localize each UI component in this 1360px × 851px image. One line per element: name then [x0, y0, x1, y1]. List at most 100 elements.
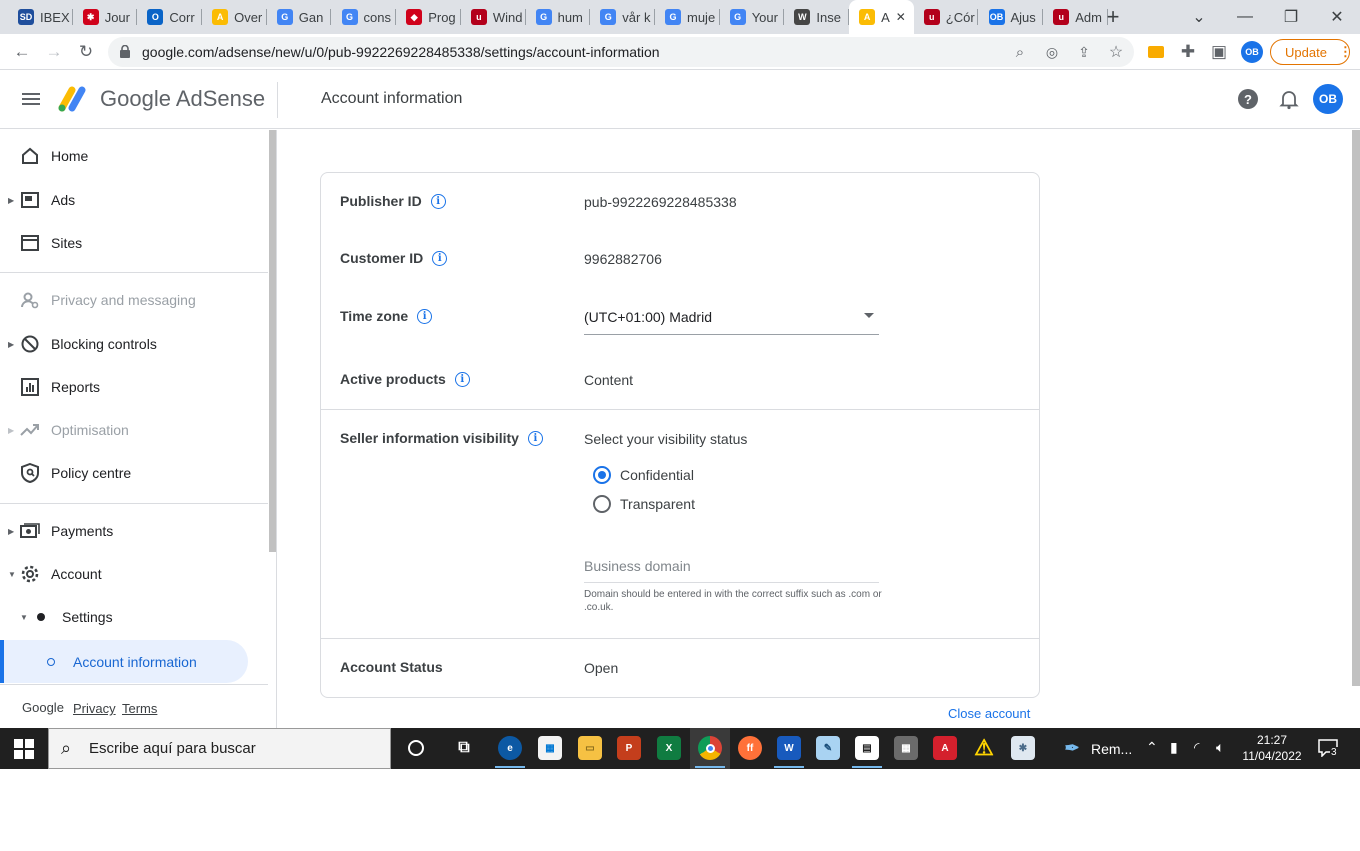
sidebar-item-account[interactable]: ▼ Account [0, 554, 268, 594]
browser-tab[interactable]: Gcons [332, 4, 397, 30]
notepad-icon[interactable]: ✎ [816, 736, 840, 760]
info-icon[interactable]: i [430, 193, 446, 209]
star-icon[interactable]: ☆ [1104, 40, 1128, 64]
sidebar-item-sites[interactable]: Sites [0, 223, 268, 263]
info-icon[interactable]: i [432, 250, 448, 266]
powerpoint-icon[interactable]: P [617, 736, 641, 760]
notification-center-icon[interactable]: 3 [1318, 739, 1338, 758]
browser-tab[interactable]: Gmuje [655, 4, 720, 30]
sidebar-item-ads[interactable]: ▶ Ads [0, 180, 268, 220]
battery-icon[interactable]: ▮ [1170, 739, 1178, 756]
back-icon[interactable]: ← [10, 40, 34, 64]
store-icon[interactable]: ▦ [538, 736, 562, 760]
sidebar-scrollbar[interactable] [269, 130, 276, 552]
minimize-icon[interactable]: — [1222, 0, 1268, 34]
close-window-icon[interactable]: ✕ [1314, 0, 1360, 34]
warning-icon[interactable]: ⚠ [972, 735, 996, 760]
browser-tab[interactable]: A A ✕ [849, 0, 914, 34]
tab-label: muje [687, 9, 716, 25]
browser-tab[interactable]: W Inse [784, 4, 850, 30]
notifications-bell-icon[interactable] [1278, 88, 1300, 110]
browser-tab[interactable]: OB Ajus [979, 4, 1044, 30]
browser-tab[interactable]: G Gan [267, 4, 332, 30]
taskbar-clock[interactable]: 21:27 11/04/2022 [1236, 732, 1308, 764]
reports-icon [20, 377, 40, 397]
sidebar-item-home[interactable]: Home [0, 136, 268, 176]
tab-search-icon[interactable]: ⌄ [1176, 0, 1222, 34]
pen-icon[interactable]: ✒ [1060, 736, 1084, 760]
tray-expand-icon[interactable]: ⌃ [1146, 739, 1158, 756]
side-panel-icon[interactable]: ▣ [1207, 40, 1231, 64]
sidebar-item-blocking-controls[interactable]: ▶ Blocking controls [0, 324, 268, 364]
windows-start-icon[interactable] [14, 739, 34, 759]
calculator-icon[interactable]: ▦ [894, 736, 918, 760]
sidebar-divider [0, 272, 268, 273]
time-zone-select[interactable]: (UTC+01:00) Madrid [584, 303, 879, 335]
profile-icon[interactable]: OB [1240, 40, 1264, 64]
browser-tab[interactable]: u Wind [461, 4, 526, 30]
word-icon[interactable]: W [777, 736, 801, 760]
avatar[interactable]: OB [1313, 84, 1343, 114]
circle-icon [41, 652, 61, 672]
browser-tab[interactable]: G Your [720, 4, 785, 30]
chrome-icon[interactable] [698, 736, 722, 760]
browser-tab[interactable]: SD IBEX [8, 4, 73, 30]
tracking-icon[interactable]: ◎ [1040, 40, 1064, 64]
radio-confidential[interactable] [593, 466, 611, 484]
restore-icon[interactable]: ❐ [1268, 0, 1314, 34]
browser-tab[interactable]: ◆ Prog [396, 4, 461, 30]
browser-tab[interactable]: ✱ Jour [73, 4, 138, 30]
radio-confidential-label[interactable]: Confidential [620, 467, 694, 483]
edge-icon[interactable]: e [498, 736, 522, 760]
active-products-label: Active products i [340, 371, 470, 387]
sidebar-item-payments[interactable]: ▶ Payments [0, 511, 268, 551]
radio-transparent[interactable] [593, 495, 611, 513]
footer-terms-link[interactable]: Terms [122, 701, 157, 716]
sidebar-item-settings[interactable]: ▼ Settings [0, 597, 268, 637]
cortana-icon[interactable] [404, 736, 428, 760]
sidebar-item-reports[interactable]: Reports [0, 367, 268, 407]
update-button[interactable]: Update ⋮ [1270, 39, 1352, 65]
business-domain-input[interactable]: Business domain [584, 551, 879, 583]
info-icon[interactable]: i [527, 430, 543, 446]
extensions-puzzle-icon[interactable]: ✚ [1176, 40, 1200, 64]
help-icon[interactable]: ? [1237, 88, 1259, 110]
browser-tab[interactable]: u ¿Cór [914, 4, 979, 30]
close-tab-icon[interactable]: ✕ [896, 10, 906, 24]
radio-transparent-label[interactable]: Transparent [620, 496, 695, 512]
address-bar[interactable]: google.com/adsense/new/u/0/pub-992226922… [108, 37, 1134, 67]
tray-text[interactable]: Rem... [1091, 741, 1132, 757]
info-icon[interactable]: i [417, 308, 433, 324]
card-divider [321, 409, 1039, 410]
sidebar-item-optimisation[interactable]: ▶ Optimisation [0, 410, 268, 450]
excel-icon[interactable]: X [657, 736, 681, 760]
paint-icon[interactable]: ✱ [1011, 736, 1035, 760]
sidebar-item-account-information[interactable]: Account information [0, 640, 268, 683]
forward-icon[interactable]: → [42, 40, 66, 64]
menu-icon[interactable] [20, 88, 42, 110]
browser-tab[interactable]: O Corr [137, 4, 203, 30]
footer-privacy-link[interactable]: Privacy [73, 701, 116, 716]
task-view-icon[interactable]: ⧉ [452, 736, 476, 760]
network-icon[interactable]: ◜ [1194, 739, 1199, 756]
browser-tab[interactable]: Ghum [526, 4, 591, 30]
main-scrollbar[interactable] [1352, 130, 1360, 686]
tab-favicon-icon: A [859, 9, 876, 25]
sidebar-item-privacy[interactable]: Privacy and messaging [0, 280, 268, 320]
chat-icon[interactable]: ▤ [855, 736, 879, 760]
share-icon[interactable]: ⇪ [1072, 40, 1096, 64]
info-icon[interactable]: i [454, 371, 470, 387]
reload-icon[interactable]: ↻ [74, 40, 98, 64]
browser-tab[interactable]: Gvår k [590, 4, 655, 30]
volume-icon[interactable]: 🔈︎ [1216, 739, 1224, 756]
close-account-link[interactable]: Close account [948, 706, 1030, 721]
acrobat-icon[interactable]: A [933, 736, 957, 760]
firefox-icon[interactable]: ff [738, 736, 762, 760]
browser-tab[interactable]: A Over [202, 4, 267, 30]
sidebar-item-policy-centre[interactable]: Policy centre [0, 453, 268, 493]
zoom-icon[interactable]: ⌕ [1008, 40, 1032, 64]
file-explorer-icon[interactable]: ▭ [578, 736, 602, 760]
taskbar-search-box[interactable]: ⌕ Escribe aquí para buscar [48, 728, 391, 769]
extension-orange-icon[interactable] [1144, 40, 1168, 64]
new-tab-button[interactable]: + [1090, 0, 1136, 34]
